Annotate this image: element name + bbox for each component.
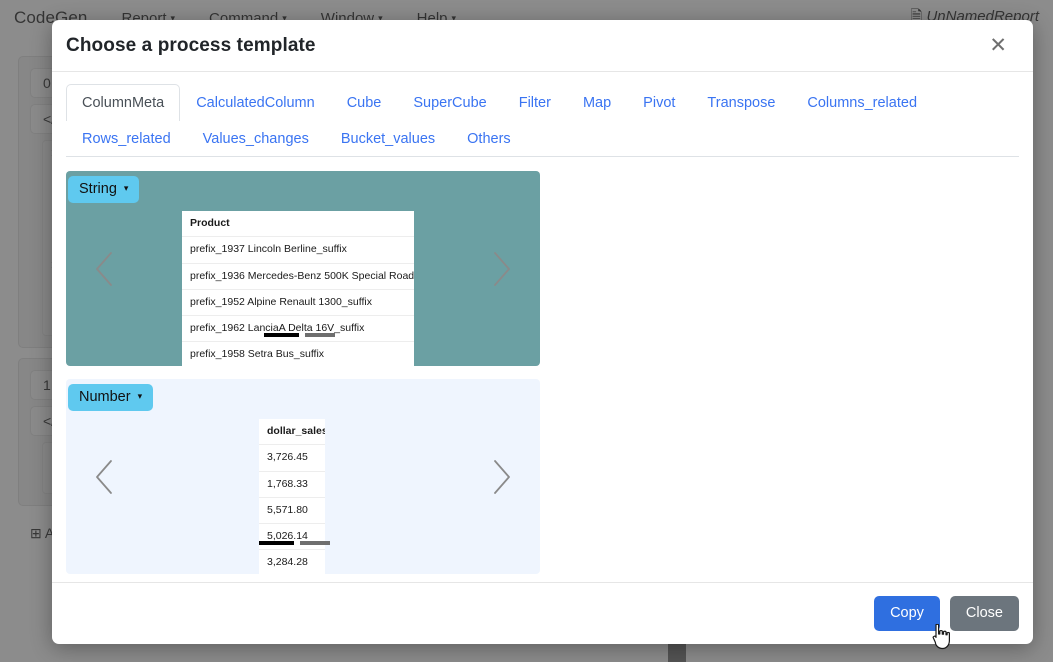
table-cell: 3,726.45 <box>259 444 325 472</box>
table-cell: prefix_1962 LanciaA Delta 16V_suffix <box>182 315 414 342</box>
table-row: 5,026.14 <box>259 523 325 550</box>
table-cell: 5,571.80 <box>259 497 325 524</box>
column-header: dollar_sales <box>259 419 325 446</box>
tab-filter[interactable]: Filter <box>503 84 567 121</box>
table-cell: prefix_1958 Setra Bus_suffix <box>182 341 414 367</box>
tab-pivot[interactable]: Pivot <box>627 84 691 121</box>
tab-others[interactable]: Others <box>451 120 527 157</box>
scrollbar-track[interactable] <box>305 333 335 338</box>
table-row: prefix_1958 Setra Bus_suffix <box>182 341 414 367</box>
table-header-row: dollar_sales <box>259 419 325 446</box>
table-cell: prefix_1937 Lincoln Berline_suffix <box>182 236 414 264</box>
tab-values_changes[interactable]: Values_changes <box>187 120 325 157</box>
dialog-header: Choose a process template ✕ <box>52 20 1033 72</box>
table-cell: 3,284.28 <box>259 549 325 575</box>
copy-button[interactable]: Copy <box>874 596 940 631</box>
dialog-footer: Copy Close <box>52 582 1033 644</box>
table-cell: prefix_1952 Alpine Renault 1300_suffix <box>182 289 414 316</box>
scrollbar-thumb[interactable] <box>259 541 294 546</box>
next-template-chevron-right-icon[interactable] <box>484 455 518 499</box>
table-header-row: Product <box>182 211 414 238</box>
number-card: Number ▾ dollar_sales 3,726.45 1,768.33 5,571… <box>66 379 540 575</box>
preview-table-wrap[interactable]: dollar_sales 3,726.45 1,768.33 5,571.80 5,02… <box>259 419 325 575</box>
tab-supercube[interactable]: SuperCube <box>397 84 502 121</box>
string-card: String ▾ Product prefix_1937 Lincoln Berlin… <box>66 171 540 367</box>
horizontal-scrollbar[interactable] <box>259 541 330 546</box>
dialog-body: ColumnMeta CalculatedColumn Cube SuperCube F… <box>52 72 1033 582</box>
preview-table: Product prefix_1937 Lincoln Berline_suffi… <box>182 211 414 367</box>
table-row: prefix_1936 Mercedes-Benz 500K Special R… <box>182 263 414 290</box>
table-cell: prefix_1936 Mercedes-Benz 500K Special R… <box>182 263 414 290</box>
prev-template-chevron-left-icon[interactable] <box>88 247 122 291</box>
prev-template-chevron-left-icon[interactable] <box>88 455 122 499</box>
tab-bucket_values[interactable]: Bucket_values <box>325 120 451 157</box>
type-badge-label: String <box>79 181 117 198</box>
template-preview-cards: String ▾ Product prefix_1937 Lincoln Berlin… <box>66 171 1019 582</box>
preview-table-wrap[interactable]: Product prefix_1937 Lincoln Berline_suffi… <box>182 211 414 367</box>
chevron-down-icon: ▾ <box>123 182 129 193</box>
process-template-dialog: Choose a process template ✕ ColumnMeta Ca… <box>52 20 1033 644</box>
chevron-down-icon: ▾ <box>137 390 143 401</box>
tab-columnmeta[interactable]: ColumnMeta <box>66 84 181 122</box>
tab-rows_related[interactable]: Rows_related <box>66 120 187 157</box>
table-row: 1,768.33 <box>259 471 325 498</box>
horizontal-scrollbar[interactable] <box>264 333 335 338</box>
scrollbar-track[interactable] <box>300 541 330 546</box>
dialog-title: Choose a process template <box>66 34 316 56</box>
table-row: prefix_1937 Lincoln Berline_suffix <box>182 236 414 264</box>
close-icon[interactable]: ✕ <box>985 33 1011 58</box>
table-row: prefix_1962 LanciaA Delta 16V_suffix <box>182 315 414 342</box>
column-header: Product <box>182 211 414 238</box>
next-template-chevron-right-icon[interactable] <box>484 247 518 291</box>
close-button[interactable]: Close <box>949 596 1019 631</box>
tab-calculatedcolumn[interactable]: CalculatedColumn <box>180 84 330 121</box>
type-badge-label: Number <box>79 389 131 406</box>
type-badge-number[interactable]: Number ▾ <box>68 384 154 412</box>
table-row: 3,284.28 <box>259 549 325 575</box>
tab-columns_related[interactable]: Columns_related <box>791 84 933 121</box>
table-row: 3,726.45 <box>259 444 325 472</box>
table-cell: 5,026.14 <box>259 523 325 550</box>
scrollbar-thumb[interactable] <box>264 333 299 338</box>
tab-transpose[interactable]: Transpose <box>691 84 791 121</box>
tab-map[interactable]: Map <box>567 84 627 121</box>
preview-table: dollar_sales 3,726.45 1,768.33 5,571.80 5,02… <box>259 419 325 575</box>
type-badge-string[interactable]: String ▾ <box>68 176 140 204</box>
table-row: prefix_1952 Alpine Renault 1300_suffix <box>182 289 414 316</box>
template-category-tabs: ColumnMeta CalculatedColumn Cube SuperCube F… <box>66 84 1019 158</box>
tab-cube[interactable]: Cube <box>331 84 398 121</box>
table-cell: 1,768.33 <box>259 471 325 498</box>
table-row: 5,571.80 <box>259 497 325 524</box>
